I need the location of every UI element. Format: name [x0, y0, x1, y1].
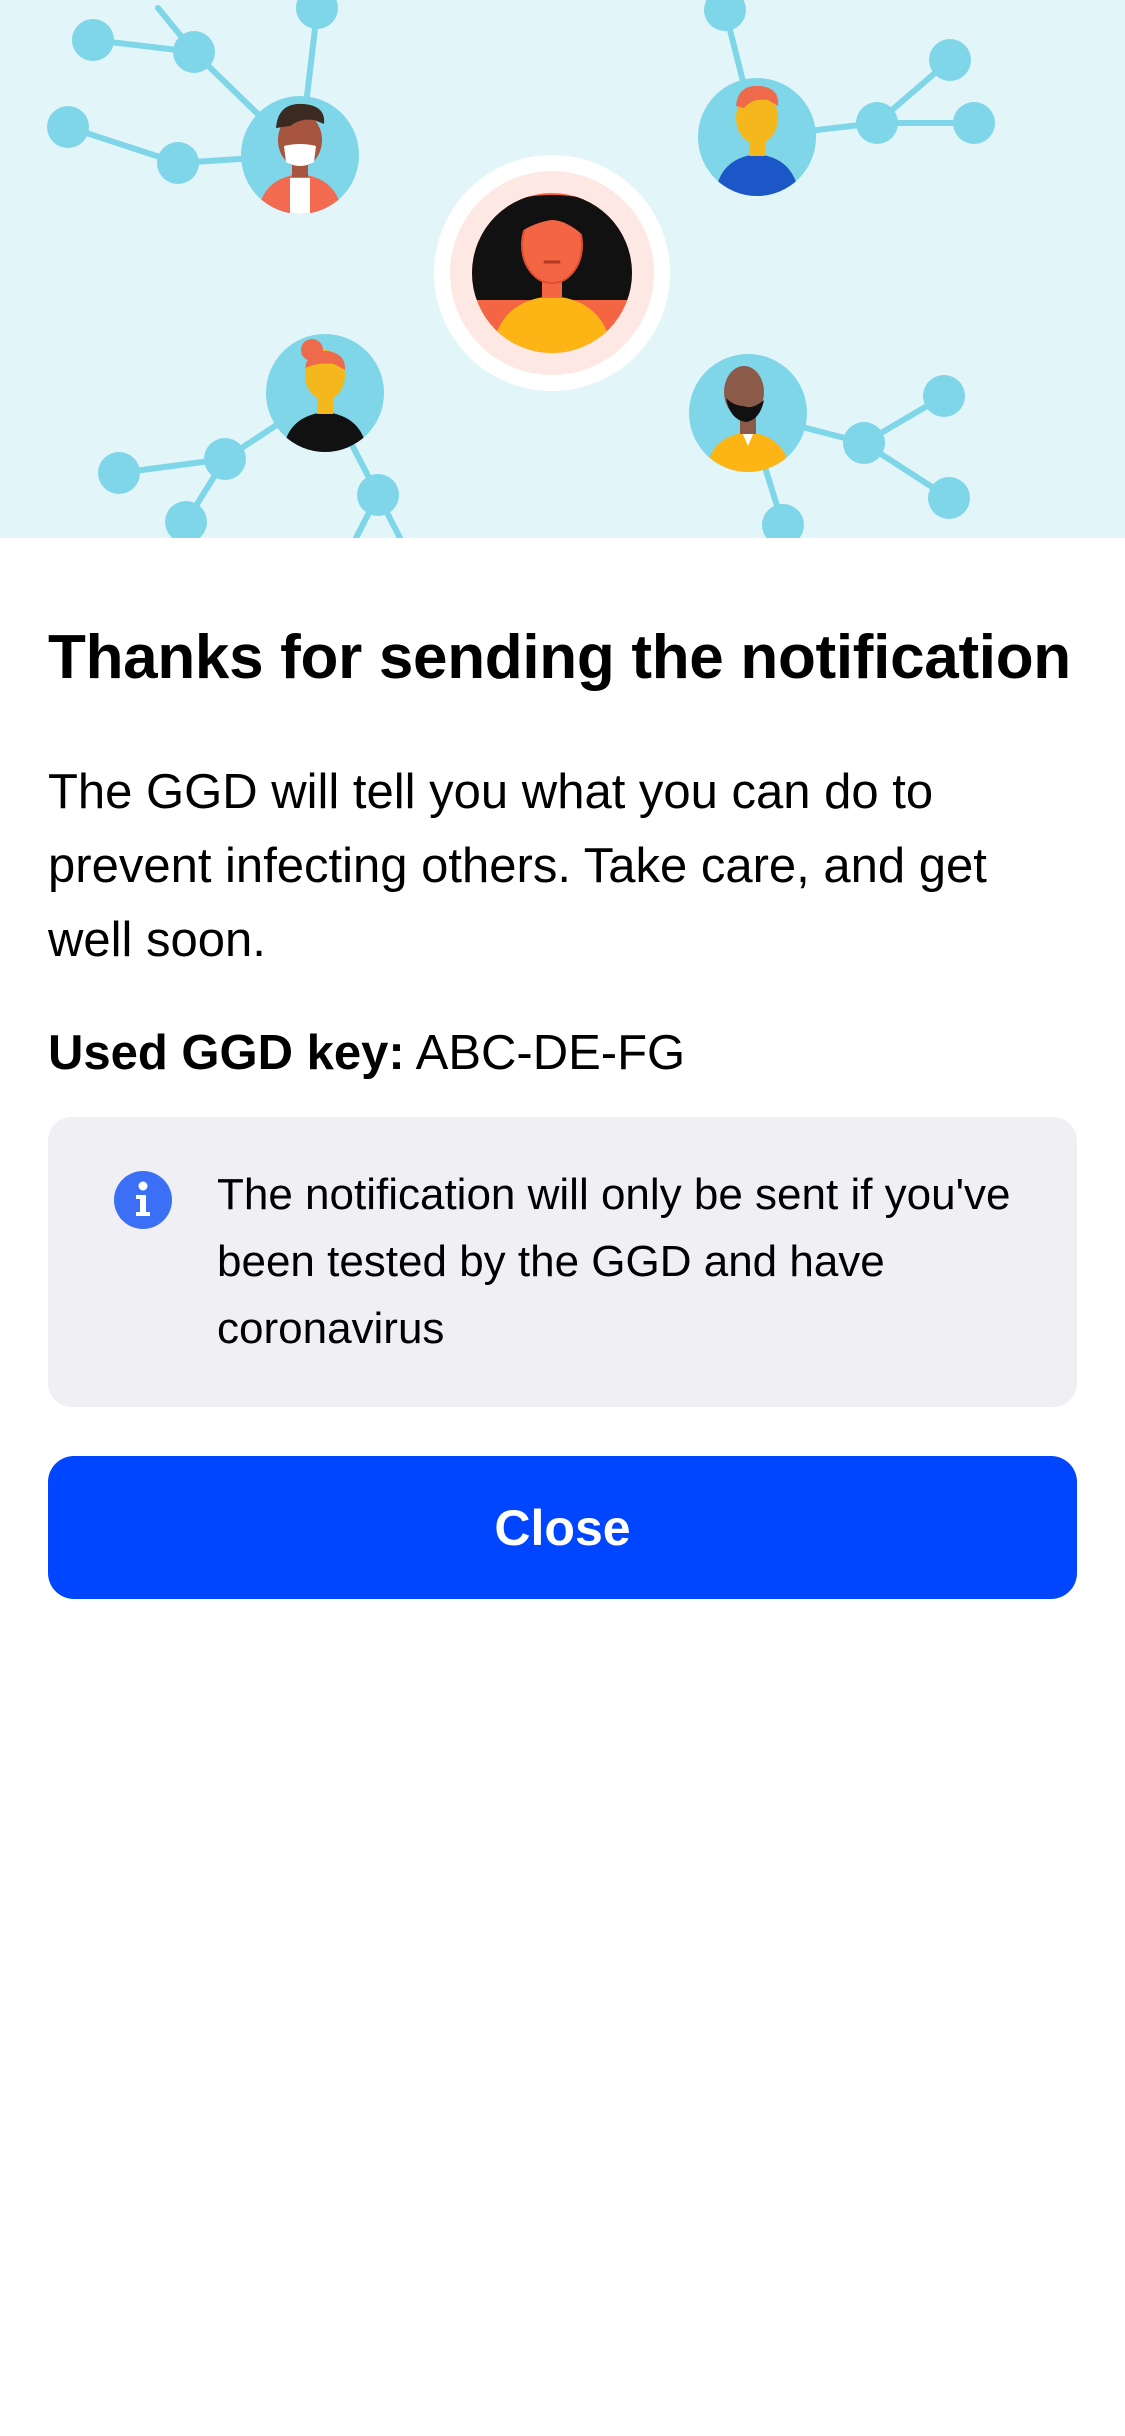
close-button[interactable]: Close	[48, 1456, 1077, 1599]
avatar-central-woman	[434, 155, 670, 391]
ggd-key-line: Used GGD key: ABC-DE-FG	[48, 1023, 1077, 1083]
avatar-bearded-man	[689, 354, 807, 472]
page-title: Thanks for sending the notification	[48, 623, 1071, 692]
info-text: The notification will only be sent if yo…	[217, 1170, 1011, 1353]
info-icon	[114, 1171, 172, 1229]
ggd-key-label: Used GGD key:	[48, 1026, 405, 1080]
avatar-red-hair-woman	[266, 334, 384, 452]
body-text: The GGD will tell you what you can do to…	[48, 765, 987, 967]
contact-network-illustration	[47, 0, 995, 538]
avatar-blond-man	[698, 78, 816, 196]
hero-illustration	[0, 0, 1125, 538]
main-content: Thanks for sending the notification The …	[48, 610, 1077, 1599]
avatar-masked-man	[241, 96, 359, 214]
ggd-key-value: ABC-DE-FG	[415, 1026, 686, 1080]
info-card: The notification will only be sent if yo…	[48, 1117, 1077, 1407]
